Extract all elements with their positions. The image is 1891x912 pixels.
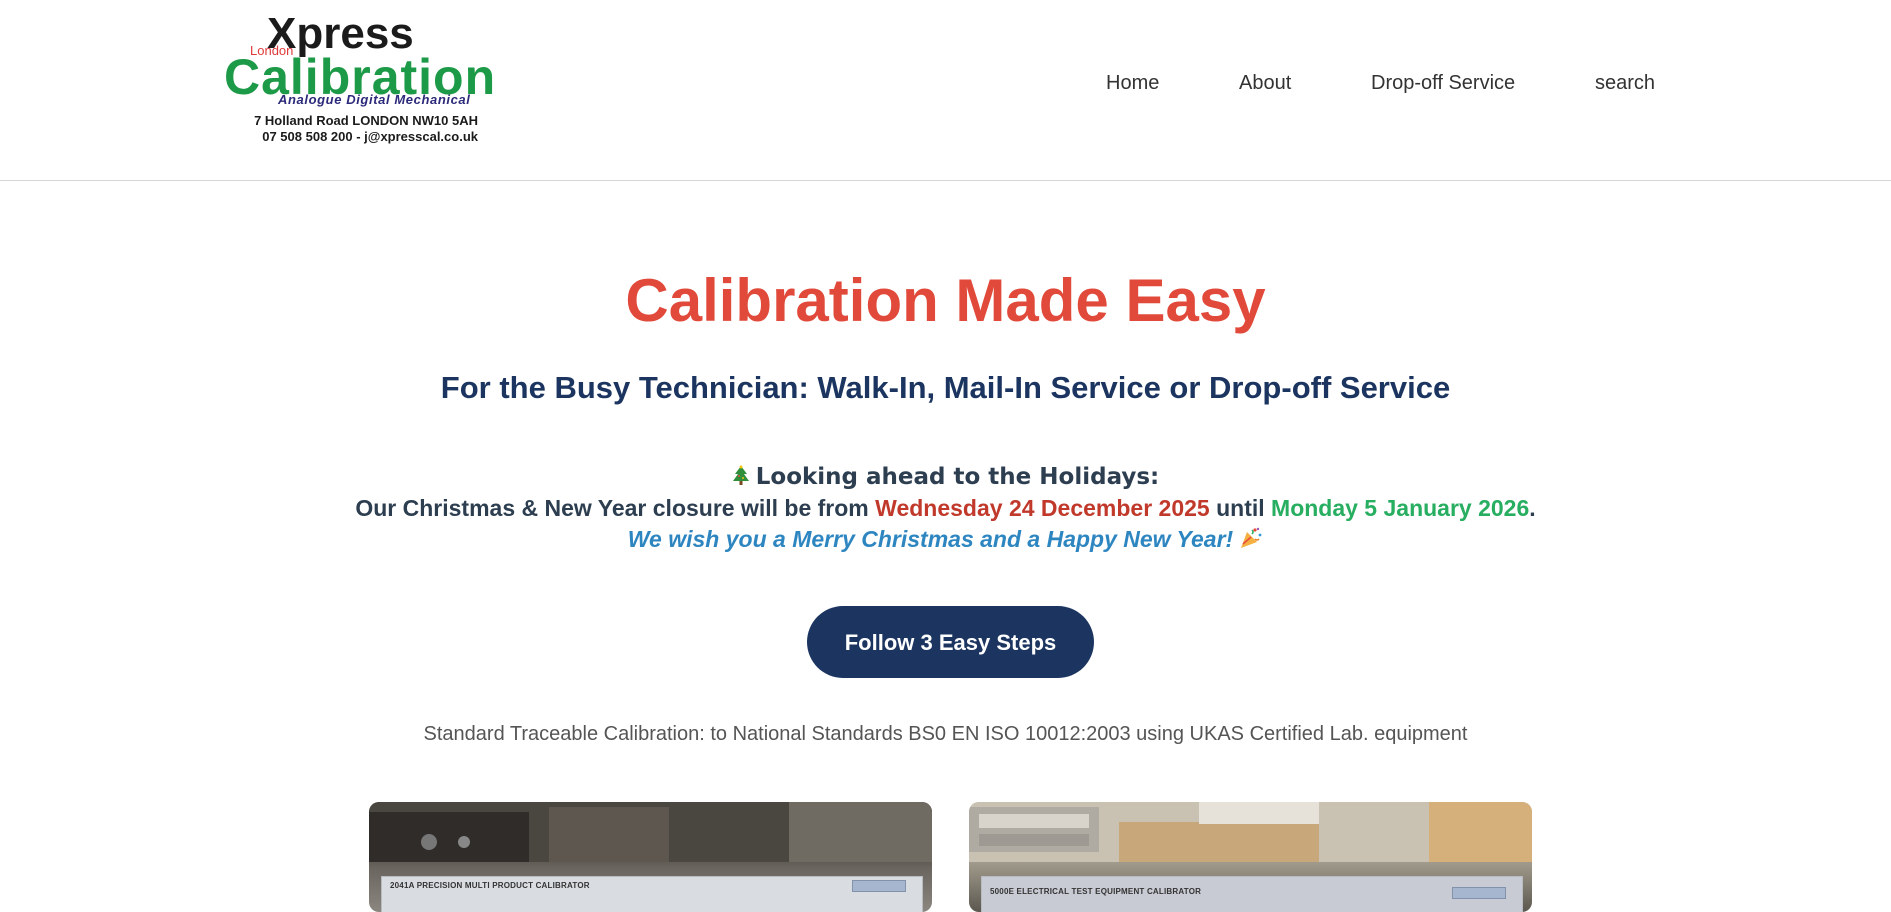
nav-item-home[interactable]: Home [1106,72,1159,95]
logo-address: 7 Holland Road LONDON NW10 5AH [254,113,478,128]
site-logo[interactable]: Xpress London Calibration Analogue Digit… [222,12,495,147]
holiday-closure-line: Our Christmas & New Year closure will be… [0,493,1891,524]
hero-title: Calibration Made Easy [625,267,1266,334]
christmas-tree-icon [732,465,749,485]
closure-prefix: Our Christmas & New Year closure will be… [355,495,876,521]
logo-tagline: Analogue Digital Mechanical [278,92,471,107]
nav-link-search[interactable]: search [1595,72,1655,94]
calibrator-panel-2: 5000E ELECTRICAL TEST EQUIPMENT CALIBRAT… [981,876,1523,912]
nav-item-about[interactable]: About [1239,72,1291,95]
nav-link-drop-off-service[interactable]: Drop-off Service [1371,72,1515,94]
standard-traceable-text: Standard Traceable Calibration: to Natio… [423,723,1468,745]
lab-background-1 [369,802,932,862]
follow-steps-button[interactable]: Follow 3 Easy Steps [807,606,1094,678]
calibrator-panel-label-1: 2041A PRECISION MULTI PRODUCT CALIBRATOR [390,881,590,890]
nav-link-home[interactable]: Home [1106,72,1159,94]
calibrator-panel-label-2: 5000E ELECTRICAL TEST EQUIPMENT CALIBRAT… [990,887,1202,896]
party-popper-icon [1241,527,1262,548]
closure-end-date: Monday 5 January 2026 [1271,495,1530,521]
holiday-notice: Looking ahead to the Holidays: Our Chris… [0,461,1891,555]
nav-item-drop-off-service[interactable]: Drop-off Service [1371,72,1515,95]
nav-link-about[interactable]: About [1239,72,1291,94]
holiday-wish: We wish you a Merry Christmas and a Happ… [627,526,1234,552]
lab-background-2 [969,802,1532,862]
hero-subtitle: For the Busy Technician: Walk-In, Mail-I… [440,370,1451,405]
closure-start-date: Wednesday 24 December 2025 [875,495,1210,521]
calibrator-panel-button-2 [1452,887,1506,899]
closure-mid: until [1209,495,1272,521]
calibrator-panel-1: 2041A PRECISION MULTI PRODUCT CALIBRATOR [381,876,923,912]
nav-item-search[interactable]: search [1595,72,1655,95]
calibrator-panel-button-1 [852,880,906,892]
holiday-heading: Looking ahead to the Holidays: [755,464,1160,490]
holiday-heading-line: Looking ahead to the Holidays: [0,461,1891,493]
logo-contact: 07 508 508 200 - j@xpresscal.co.uk [262,129,478,144]
calibrator-photo-2: 5000E ELECTRICAL TEST EQUIPMENT CALIBRAT… [969,802,1532,912]
closure-suffix: . [1529,495,1536,521]
holiday-wish-line: We wish you a Merry Christmas and a Happ… [0,524,1891,555]
site-header: Xpress London Calibration Analogue Digit… [0,0,1891,181]
calibrator-photo-1: 2041A PRECISION MULTI PRODUCT CALIBRATOR [369,802,932,912]
